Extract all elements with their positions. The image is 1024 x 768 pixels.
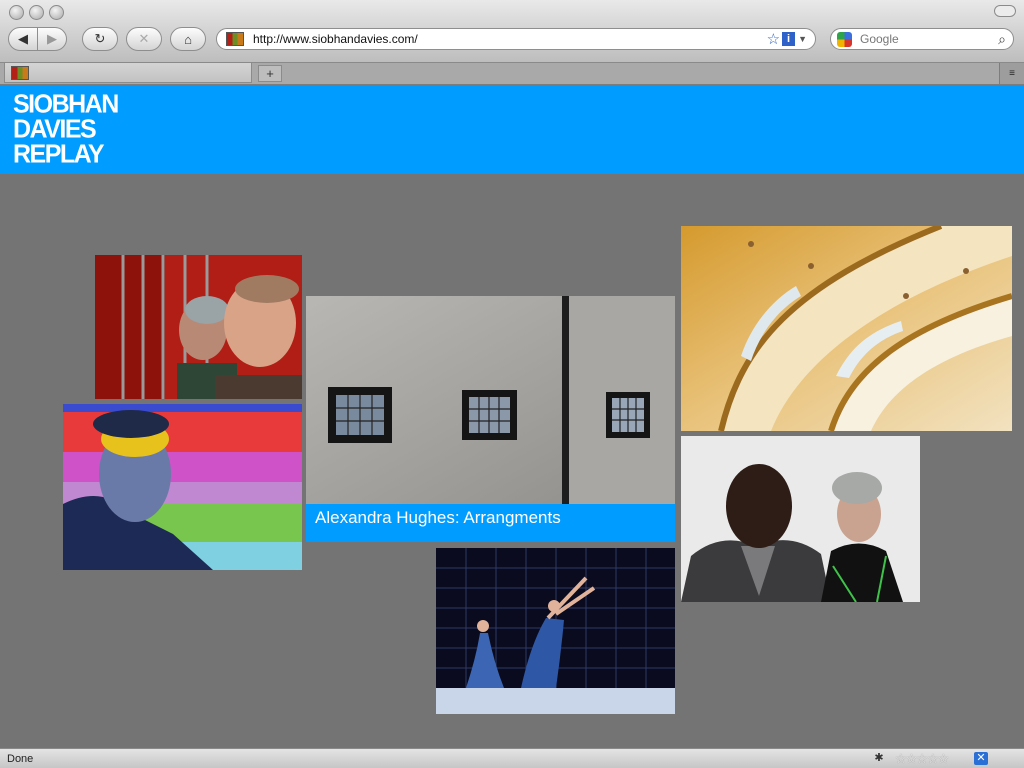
site-header [0,85,1024,174]
tab-siobhandavies[interactable] [4,63,252,83]
google-engine-icon[interactable] [837,31,852,47]
back-arrow-icon: ◀ [18,31,28,46]
back-button[interactable]: ◀ [8,27,38,51]
forward-arrow-icon: ▶ [47,31,57,46]
minimize-window-button[interactable] [29,5,44,20]
xmarks-icon[interactable]: ✕ [974,752,988,765]
bug-icon[interactable]: ✱ [872,752,886,765]
address-bar[interactable]: http://www.siobhandavies.com/ ☆ i ▼ [216,28,816,50]
url-text[interactable]: http://www.siobhandavies.com/ [253,32,767,46]
reload-button[interactable]: ↻ [82,27,118,51]
stop-button[interactable]: ✕ [126,27,162,51]
history-dropdown-icon[interactable]: ▼ [798,34,807,44]
search-icon[interactable]: ⌕ [998,31,1006,48]
featured-caption[interactable]: Alexandra Hughes: Arrangments [306,504,675,542]
photo-wooden-ceiling-image [681,226,1012,431]
photo-gallery-wall[interactable] [306,296,675,504]
status-text: Done [7,753,34,765]
rating-stars[interactable]: ☆☆☆☆☆ [895,751,949,767]
photo-painted-face-image [63,404,302,570]
photo-wooden-ceiling[interactable] [681,226,1012,431]
info-icon[interactable]: i [782,32,796,46]
new-tab-button[interactable]: + [258,65,282,82]
photo-two-people-red[interactable] [95,255,302,399]
zoom-window-button[interactable] [49,5,64,20]
logo-line: REPLAY [13,139,105,169]
photo-gallery-wall-image [306,296,675,504]
photo-two-people-portrait-image [681,436,920,602]
bookmark-star-icon[interactable]: ☆ [767,30,780,48]
site-favicon-icon [226,32,244,46]
toolbar-toggle-button[interactable] [994,5,1016,17]
reload-icon: ↻ [94,31,106,46]
close-window-button[interactable] [9,5,24,20]
photo-two-people-portrait[interactable] [681,436,920,602]
search-input[interactable]: Google [860,32,998,46]
tab-favicon-icon [11,66,29,80]
photo-two-people-red-image [95,255,302,399]
photo-painted-face[interactable] [63,404,302,570]
home-button[interactable]: ⌂ [170,27,206,51]
photo-dancers-stage[interactable] [436,548,675,714]
list-all-tabs-icon[interactable]: ≡ [999,63,1024,84]
window-titlebar: ◀ ▶ ↻ ✕ ⌂ http://www.siobhandavies.com/ … [0,0,1024,63]
search-bar[interactable]: Google ⌕ [830,28,1014,50]
forward-button[interactable]: ▶ [37,27,67,51]
site-logo[interactable]: SIOBHAN DAVIES REPLAY [13,91,119,169]
photo-dancers-stage-image [436,548,675,714]
stop-icon: ✕ [138,31,150,46]
tab-strip: + ≡ [0,63,1024,85]
home-icon: ⌂ [184,31,192,47]
status-bar: Done ✱ ☆☆☆☆☆ ✕ [0,748,1024,768]
